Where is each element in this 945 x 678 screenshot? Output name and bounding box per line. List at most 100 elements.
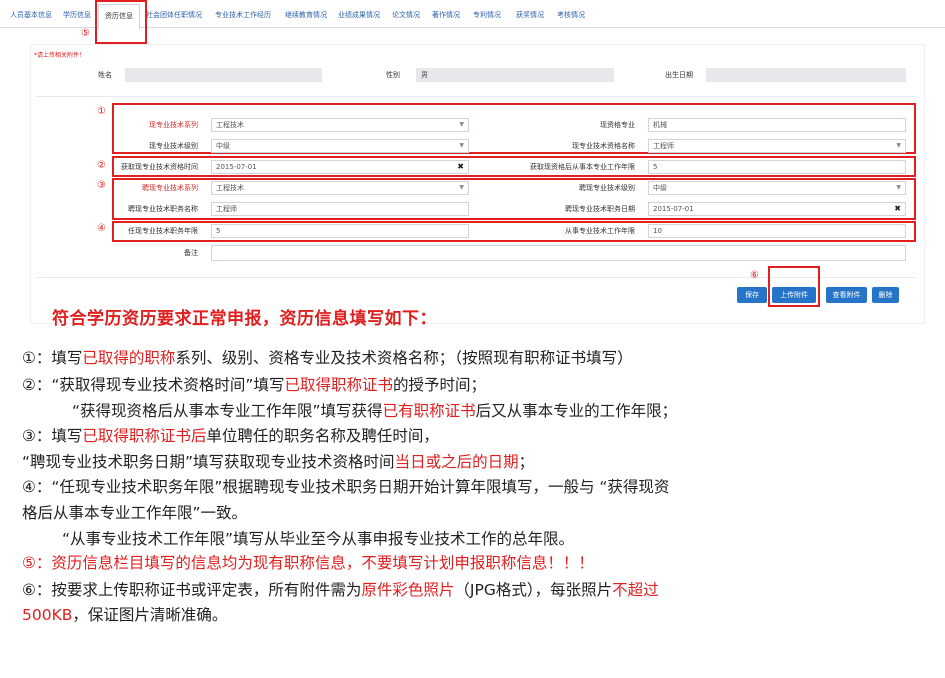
gender-field[interactable]: 男: [416, 68, 614, 82]
hire-level-label: 聘现专业技术级别: [579, 184, 635, 192]
hire-date-field[interactable]: 2015-07-01 ✖: [648, 202, 906, 216]
hire-level-value: 中级: [653, 184, 667, 192]
obtain-time-field[interactable]: 2015-07-01 ✖: [211, 160, 469, 174]
annotation-number-5: ⑤: [81, 28, 90, 39]
series-select[interactable]: 工程技术 ▼: [211, 118, 469, 132]
years-after-field[interactable]: 5: [648, 160, 906, 174]
annotation-number-2: ②: [97, 160, 106, 171]
note-text: ①：填写: [22, 349, 83, 367]
name-label: 姓名: [98, 71, 112, 79]
birth-date-label: 出生日期: [665, 71, 693, 79]
chevron-down-icon: ▼: [459, 142, 464, 149]
tab-education[interactable]: 学历信息: [63, 10, 91, 20]
hire-date-value: 2015-07-01: [653, 205, 694, 213]
tab-awards[interactable]: 获奖情况: [516, 10, 544, 20]
qual-name-select[interactable]: 工程师 ▼: [648, 139, 906, 153]
divider: [36, 277, 916, 278]
note-line-1: ①：填写已取得的职称系列、级别、资格专业及技术资格名称；（按照现有职称证书填写）: [22, 348, 633, 368]
tab-patents[interactable]: 专利情况: [473, 10, 501, 20]
required-attachment-note: *请上传相关附件！: [34, 52, 86, 59]
tab-qualification[interactable]: 资历信息: [98, 4, 140, 30]
annotation-number-1: ①: [97, 106, 106, 117]
divider: [36, 96, 916, 97]
tab-social-groups[interactable]: 社会团体任职情况: [146, 10, 202, 20]
note-text: ③：填写: [22, 427, 83, 445]
note-text: 后又从事本专业的工作年限；: [475, 402, 678, 420]
annotation-number-6: ⑥: [750, 270, 759, 281]
note-highlight: 不超过: [612, 581, 659, 599]
post-years-label: 任现专业技术职务年限: [128, 227, 198, 235]
delete-button[interactable]: 删除: [872, 287, 899, 303]
annotation-number-3: ③: [97, 180, 106, 191]
tab-papers[interactable]: 论文情况: [392, 10, 420, 20]
tab-assessment[interactable]: 考核情况: [557, 10, 585, 20]
work-years-field[interactable]: 10: [648, 224, 906, 238]
name-field[interactable]: [125, 68, 322, 82]
level-label: 现专业技术级别: [149, 142, 198, 150]
instruction-heading: 符合学历资历要求正常申报，资历信息填写如下：: [52, 309, 437, 329]
note-line-3: “获得现资格后从事本专业工作年限”填写获得已有职称证书后又从事本专业的工作年限；: [72, 401, 677, 421]
note-text: （JPG格式），每张照片: [454, 581, 613, 599]
note-text: ；: [518, 453, 535, 471]
qual-name-value: 工程师: [653, 142, 674, 150]
series-label: 现专业技术系列: [149, 121, 198, 129]
note-line-10: ⑥：按要求上传职称证书或评定表，所有附件需为原件彩色照片（JPG格式），每张照片…: [22, 580, 659, 600]
hire-series-select[interactable]: 工程技术 ▼: [211, 181, 469, 195]
note-highlight: 已有职称证书: [382, 402, 476, 420]
annotation-number-4: ④: [97, 223, 106, 234]
years-after-label: 获取现资格后从事本专业工作年限: [530, 163, 635, 171]
gender-label: 性别: [386, 71, 400, 79]
note-line-5: “聘现专业技术职务日期”填写获取现专业技术资格时间当日或之后的日期；: [22, 452, 534, 472]
note-highlight: 500KB: [22, 606, 73, 624]
view-attachment-button[interactable]: 查看附件: [826, 287, 867, 303]
note-highlight: 已取得的职称: [82, 349, 176, 367]
tab-achievements[interactable]: 业绩成果情况: [338, 10, 380, 20]
series-value: 工程技术: [216, 121, 244, 129]
note-line-11: 500KB，保证图片清晰准确。: [22, 605, 227, 625]
obtain-time-value: 2015-07-01: [216, 163, 257, 171]
note-text: “获得现资格后从事本专业工作年限”填写获得: [72, 402, 383, 420]
note-text: 单位聘任的职务名称及聘任时间，: [206, 427, 439, 445]
post-years-field[interactable]: 5: [211, 224, 469, 238]
chevron-down-icon: ▼: [459, 121, 464, 128]
note-line-6: ④：“任现专业技术职务年限”根据聘现专业技术职务日期开始计算年限填写，一般与 “…: [22, 478, 670, 496]
level-select[interactable]: 中级 ▼: [211, 139, 469, 153]
note-text: 的授予时间；: [392, 376, 486, 394]
chevron-down-icon: ▼: [896, 142, 901, 149]
work-years-label: 从事专业技术工作年限: [565, 227, 635, 235]
save-button[interactable]: 保存: [737, 287, 767, 303]
remark-field[interactable]: [211, 245, 906, 261]
note-line-7: 格后从事本专业工作年限”一致。: [22, 504, 248, 522]
hire-date-label: 聘现专业技术职务日期: [565, 205, 635, 213]
birth-date-field[interactable]: [706, 68, 906, 82]
note-text: ，保证图片清晰准确。: [72, 606, 228, 624]
note-highlight: 原件彩色照片: [361, 581, 455, 599]
clear-icon[interactable]: ✖: [457, 161, 464, 173]
hire-level-select[interactable]: 中级 ▼: [648, 181, 906, 195]
note-line-4: ③：填写已取得职称证书后单位聘任的职务名称及聘任时间，: [22, 426, 439, 446]
obtain-time-label: 获取现专业技术资格时间: [121, 163, 198, 171]
hire-post-field[interactable]: 工程师: [211, 202, 469, 216]
note-text: ②：“获取得现专业技术资格时间”填写: [22, 376, 285, 394]
note-line-8: “从事专业技术工作年限”填写从毕业至今从事申报专业技术工作的总年限。: [62, 530, 575, 548]
qual-major-field[interactable]: 机械: [648, 118, 906, 132]
upload-attachment-button[interactable]: 上传附件: [772, 287, 816, 303]
chevron-down-icon: ▼: [896, 184, 901, 191]
clear-icon[interactable]: ✖: [894, 203, 901, 215]
hire-series-label: 聘现专业技术系列: [142, 184, 198, 192]
tab-personal-info[interactable]: 人员基本信息: [10, 10, 52, 20]
tab-books[interactable]: 著作情况: [432, 10, 460, 20]
note-highlight: 当日或之后的日期: [394, 453, 519, 471]
note-line-9: ⑤：资历信息栏目填写的信息均为现有职称信息，不要填写计划申报职称信息！！！: [22, 554, 594, 572]
remark-label: 备注: [184, 249, 198, 257]
level-value: 中级: [216, 142, 230, 150]
chevron-down-icon: ▼: [459, 184, 464, 191]
qual-name-label: 现专业技术资格名称: [572, 142, 635, 150]
note-highlight: 已取得职称证书后: [82, 427, 207, 445]
tab-work-experience[interactable]: 专业技术工作经历: [215, 10, 271, 20]
hire-post-label: 聘现专业技术职务名称: [128, 205, 198, 213]
note-text: “聘现专业技术职务日期”填写获取现专业技术资格时间: [22, 453, 395, 471]
tab-continuing-education[interactable]: 继续教育情况: [285, 10, 327, 20]
note-line-2: ②：“获取得现专业技术资格时间”填写已取得职称证书的授予时间；: [22, 375, 486, 395]
note-highlight: 已取得职称证书: [284, 376, 393, 394]
